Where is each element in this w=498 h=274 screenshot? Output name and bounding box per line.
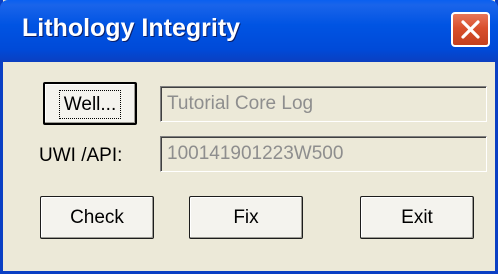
well-button-label: Well... (58, 90, 122, 119)
check-button-label: Check (70, 207, 124, 228)
title-bar[interactable]: Lithology Integrity (0, 0, 498, 62)
lithology-integrity-dialog: Lithology Integrity Well... Tutorial Cor… (0, 0, 498, 274)
well-button[interactable]: Well... (43, 82, 137, 125)
well-name-field: Tutorial Core Log (160, 86, 487, 122)
exit-button[interactable]: Exit (360, 196, 474, 239)
window-title: Lithology Integrity (22, 14, 241, 42)
uwi-label: UWI /API: (39, 145, 123, 166)
check-button[interactable]: Check (40, 196, 154, 239)
uwi-field: 100141901223W500 (160, 136, 487, 172)
dialog-body: Well... Tutorial Core Log UWI /API: 1001… (3, 62, 495, 271)
close-icon (461, 20, 480, 39)
fix-button[interactable]: Fix (189, 196, 303, 239)
close-button[interactable] (451, 12, 490, 47)
fix-button-label: Fix (233, 207, 259, 228)
exit-button-label: Exit (401, 207, 433, 228)
